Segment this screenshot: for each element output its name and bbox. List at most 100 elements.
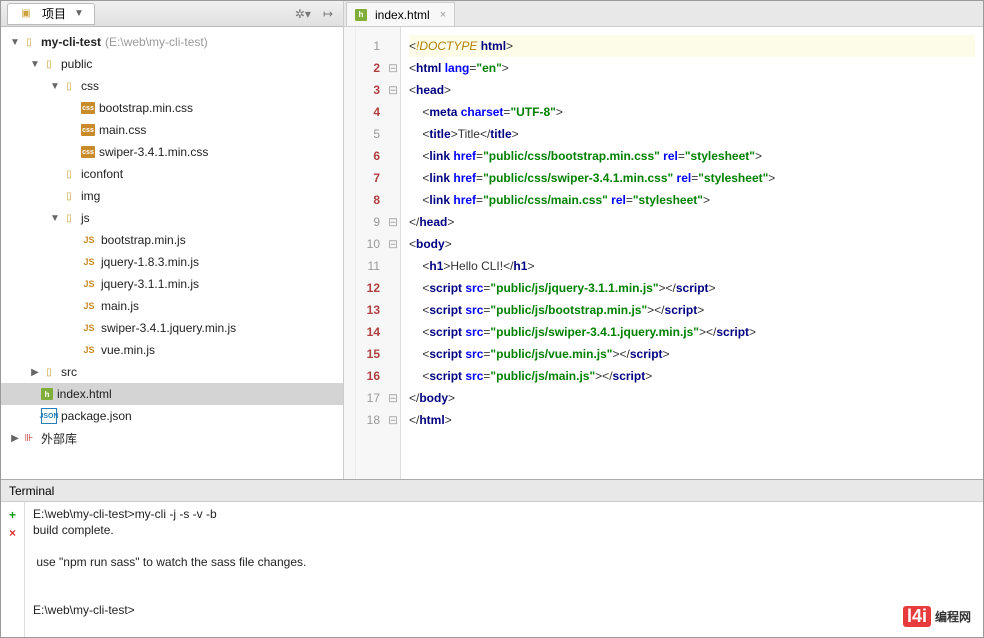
terminal-line: E:\web\my-cli-test> [33,602,975,618]
code-line[interactable]: <script src="public/js/jquery-3.1.1.min.… [409,277,975,299]
line-number[interactable]: 6 [356,149,386,163]
line-number[interactable]: 2 [356,61,386,75]
terminal-content[interactable]: E:\web\my-cli-test>my-cli -j -s -v -bbui… [25,502,983,637]
terminal-line [33,570,975,586]
code-line[interactable]: </html> [409,409,975,431]
tree-row[interactable]: JSONpackage.json [1,405,343,427]
sidebar-header: ▣ 项目 ▼ ✲▾ ↦ [1,1,343,27]
line-number[interactable]: 16 [356,369,386,383]
tree-arrow-icon[interactable]: ▼ [9,37,21,48]
code-line[interactable]: <body> [409,233,975,255]
terminal-close-button[interactable]: × [1,524,24,542]
code-line[interactable]: <html lang="en"> [409,57,975,79]
tree-arrow-icon[interactable]: ▼ [49,81,61,92]
code-line[interactable]: <link href="public/css/bootstrap.min.css… [409,145,975,167]
line-number[interactable]: 8 [356,193,386,207]
folder-icon: ▯ [21,34,37,50]
code-line[interactable]: </body> [409,387,975,409]
line-number[interactable]: 18 [356,413,386,427]
terminal-add-button[interactable]: + [1,506,24,524]
tree-row[interactable]: JSmain.js [1,295,343,317]
code-line[interactable]: <script src="public/js/bootstrap.min.js"… [409,299,975,321]
tree-row[interactable]: JSjquery-3.1.1.min.js [1,273,343,295]
lib-icon: ⊪ [21,430,37,446]
folder-icon: ▯ [41,56,57,72]
editor-tab-index-html[interactable]: h index.html × [346,2,455,26]
code-line[interactable]: <h1>Hello CLI!</h1> [409,255,975,277]
tree-row[interactable]: cssswiper-3.4.1.min.css [1,141,343,163]
line-number[interactable]: 1 [356,39,386,53]
line-number[interactable]: 3 [356,83,386,97]
gear-icon[interactable]: ✲▾ [291,7,315,21]
tree-row[interactable]: ▼▯js [1,207,343,229]
line-number[interactable]: 9 [356,215,386,229]
editor-gutter[interactable]: 12⊟3⊟456789⊟10⊟11121314151617⊟18⊟ [356,27,401,479]
code-line[interactable]: <meta charset="UTF-8"> [409,101,975,123]
tree-row[interactable]: ▶⊪外部库 [1,427,343,449]
tree-row[interactable]: hindex.html [1,383,343,405]
chevron-down-icon[interactable]: ▼ [74,8,84,19]
code-line[interactable]: <script src="public/js/swiper-3.4.1.jque… [409,321,975,343]
fold-icon[interactable]: ⊟ [386,83,400,97]
fold-icon[interactable]: ⊟ [386,413,400,427]
sidebar-tab-label: 项目 [42,5,66,22]
css-icon: css [81,102,95,114]
tree-row[interactable]: ▶▯src [1,361,343,383]
tree-row[interactable]: ▼▯my-cli-test (E:\web\my-cli-test) [1,31,343,53]
fold-icon[interactable]: ⊟ [386,215,400,229]
tree-row[interactable]: JSbootstrap.min.js [1,229,343,251]
code-line[interactable]: <title>Title</title> [409,123,975,145]
line-number[interactable]: 14 [356,325,386,339]
editor-code-area[interactable]: <!DOCTYPE html><html lang="en"><head> <m… [401,27,983,479]
close-icon[interactable]: × [434,9,446,21]
terminal-line [33,538,975,554]
tree-row[interactable]: cssbootstrap.min.css [1,97,343,119]
tree-row[interactable]: JS swiper-3.4.1.jquery.min.js [1,317,343,339]
tree-row[interactable]: ▼▯public [1,53,343,75]
fold-icon[interactable]: ⊟ [386,391,400,405]
line-number[interactable]: 17 [356,391,386,405]
line-number[interactable]: 13 [356,303,386,317]
tree-row[interactable]: JSvue.min.js [1,339,343,361]
line-number[interactable]: 11 [356,259,386,273]
collapse-icon[interactable]: ↦ [319,7,337,21]
tree-row[interactable]: ▯img [1,185,343,207]
tree-row[interactable]: ▯iconfont [1,163,343,185]
tree-arrow-icon[interactable]: ▼ [49,213,61,224]
code-line[interactable]: <link href="public/css/swiper-3.4.1.min.… [409,167,975,189]
code-line[interactable]: <script src="public/js/vue.min.js"></scr… [409,343,975,365]
terminal-line: use "npm run sass" to watch the sass fil… [33,554,975,570]
js-icon: JS [81,342,97,358]
code-editor[interactable]: 12⊟3⊟456789⊟10⊟11121314151617⊟18⊟ <!DOCT… [344,27,983,479]
code-line[interactable]: <script src="public/js/main.js"></script… [409,365,975,387]
line-number[interactable]: 10 [356,237,386,251]
tree-label: main.css [99,123,146,137]
tree-arrow-icon[interactable]: ▼ [29,59,41,70]
line-number[interactable]: 4 [356,105,386,119]
editor-panel: h index.html × 12⊟3⊟456789⊟10⊟1112131415… [344,1,983,479]
terminal-header[interactable]: Terminal [1,480,983,502]
tree-arrow-icon[interactable]: ▶ [9,433,21,444]
fold-icon[interactable]: ⊟ [386,237,400,251]
line-number[interactable]: 12 [356,281,386,295]
tree-row[interactable]: ▼▯css [1,75,343,97]
tree-row[interactable]: JSjquery-1.8.3.min.js [1,251,343,273]
fold-icon[interactable]: ⊟ [386,61,400,75]
project-tree[interactable]: ▼▯my-cli-test (E:\web\my-cli-test)▼▯publ… [1,27,343,479]
editor-tabs: h index.html × [344,1,983,27]
terminal-line [33,586,975,602]
code-line[interactable]: </head> [409,211,975,233]
sidebar-tab-project[interactable]: ▣ 项目 ▼ [7,3,95,25]
code-line[interactable]: <link href="public/css/main.css" rel="st… [409,189,975,211]
line-number[interactable]: 7 [356,171,386,185]
line-number[interactable]: 15 [356,347,386,361]
line-number[interactable]: 5 [356,127,386,141]
code-line[interactable]: <head> [409,79,975,101]
tree-label: swiper-3.4.1.min.css [99,145,208,159]
js-icon: JS [81,320,97,336]
folder-icon: ▣ [18,6,34,22]
tree-row[interactable]: cssmain.css [1,119,343,141]
tree-label: swiper-3.4.1.jquery.min.js [101,321,236,335]
code-line[interactable]: <!DOCTYPE html> [409,35,975,57]
tree-arrow-icon[interactable]: ▶ [29,367,41,378]
